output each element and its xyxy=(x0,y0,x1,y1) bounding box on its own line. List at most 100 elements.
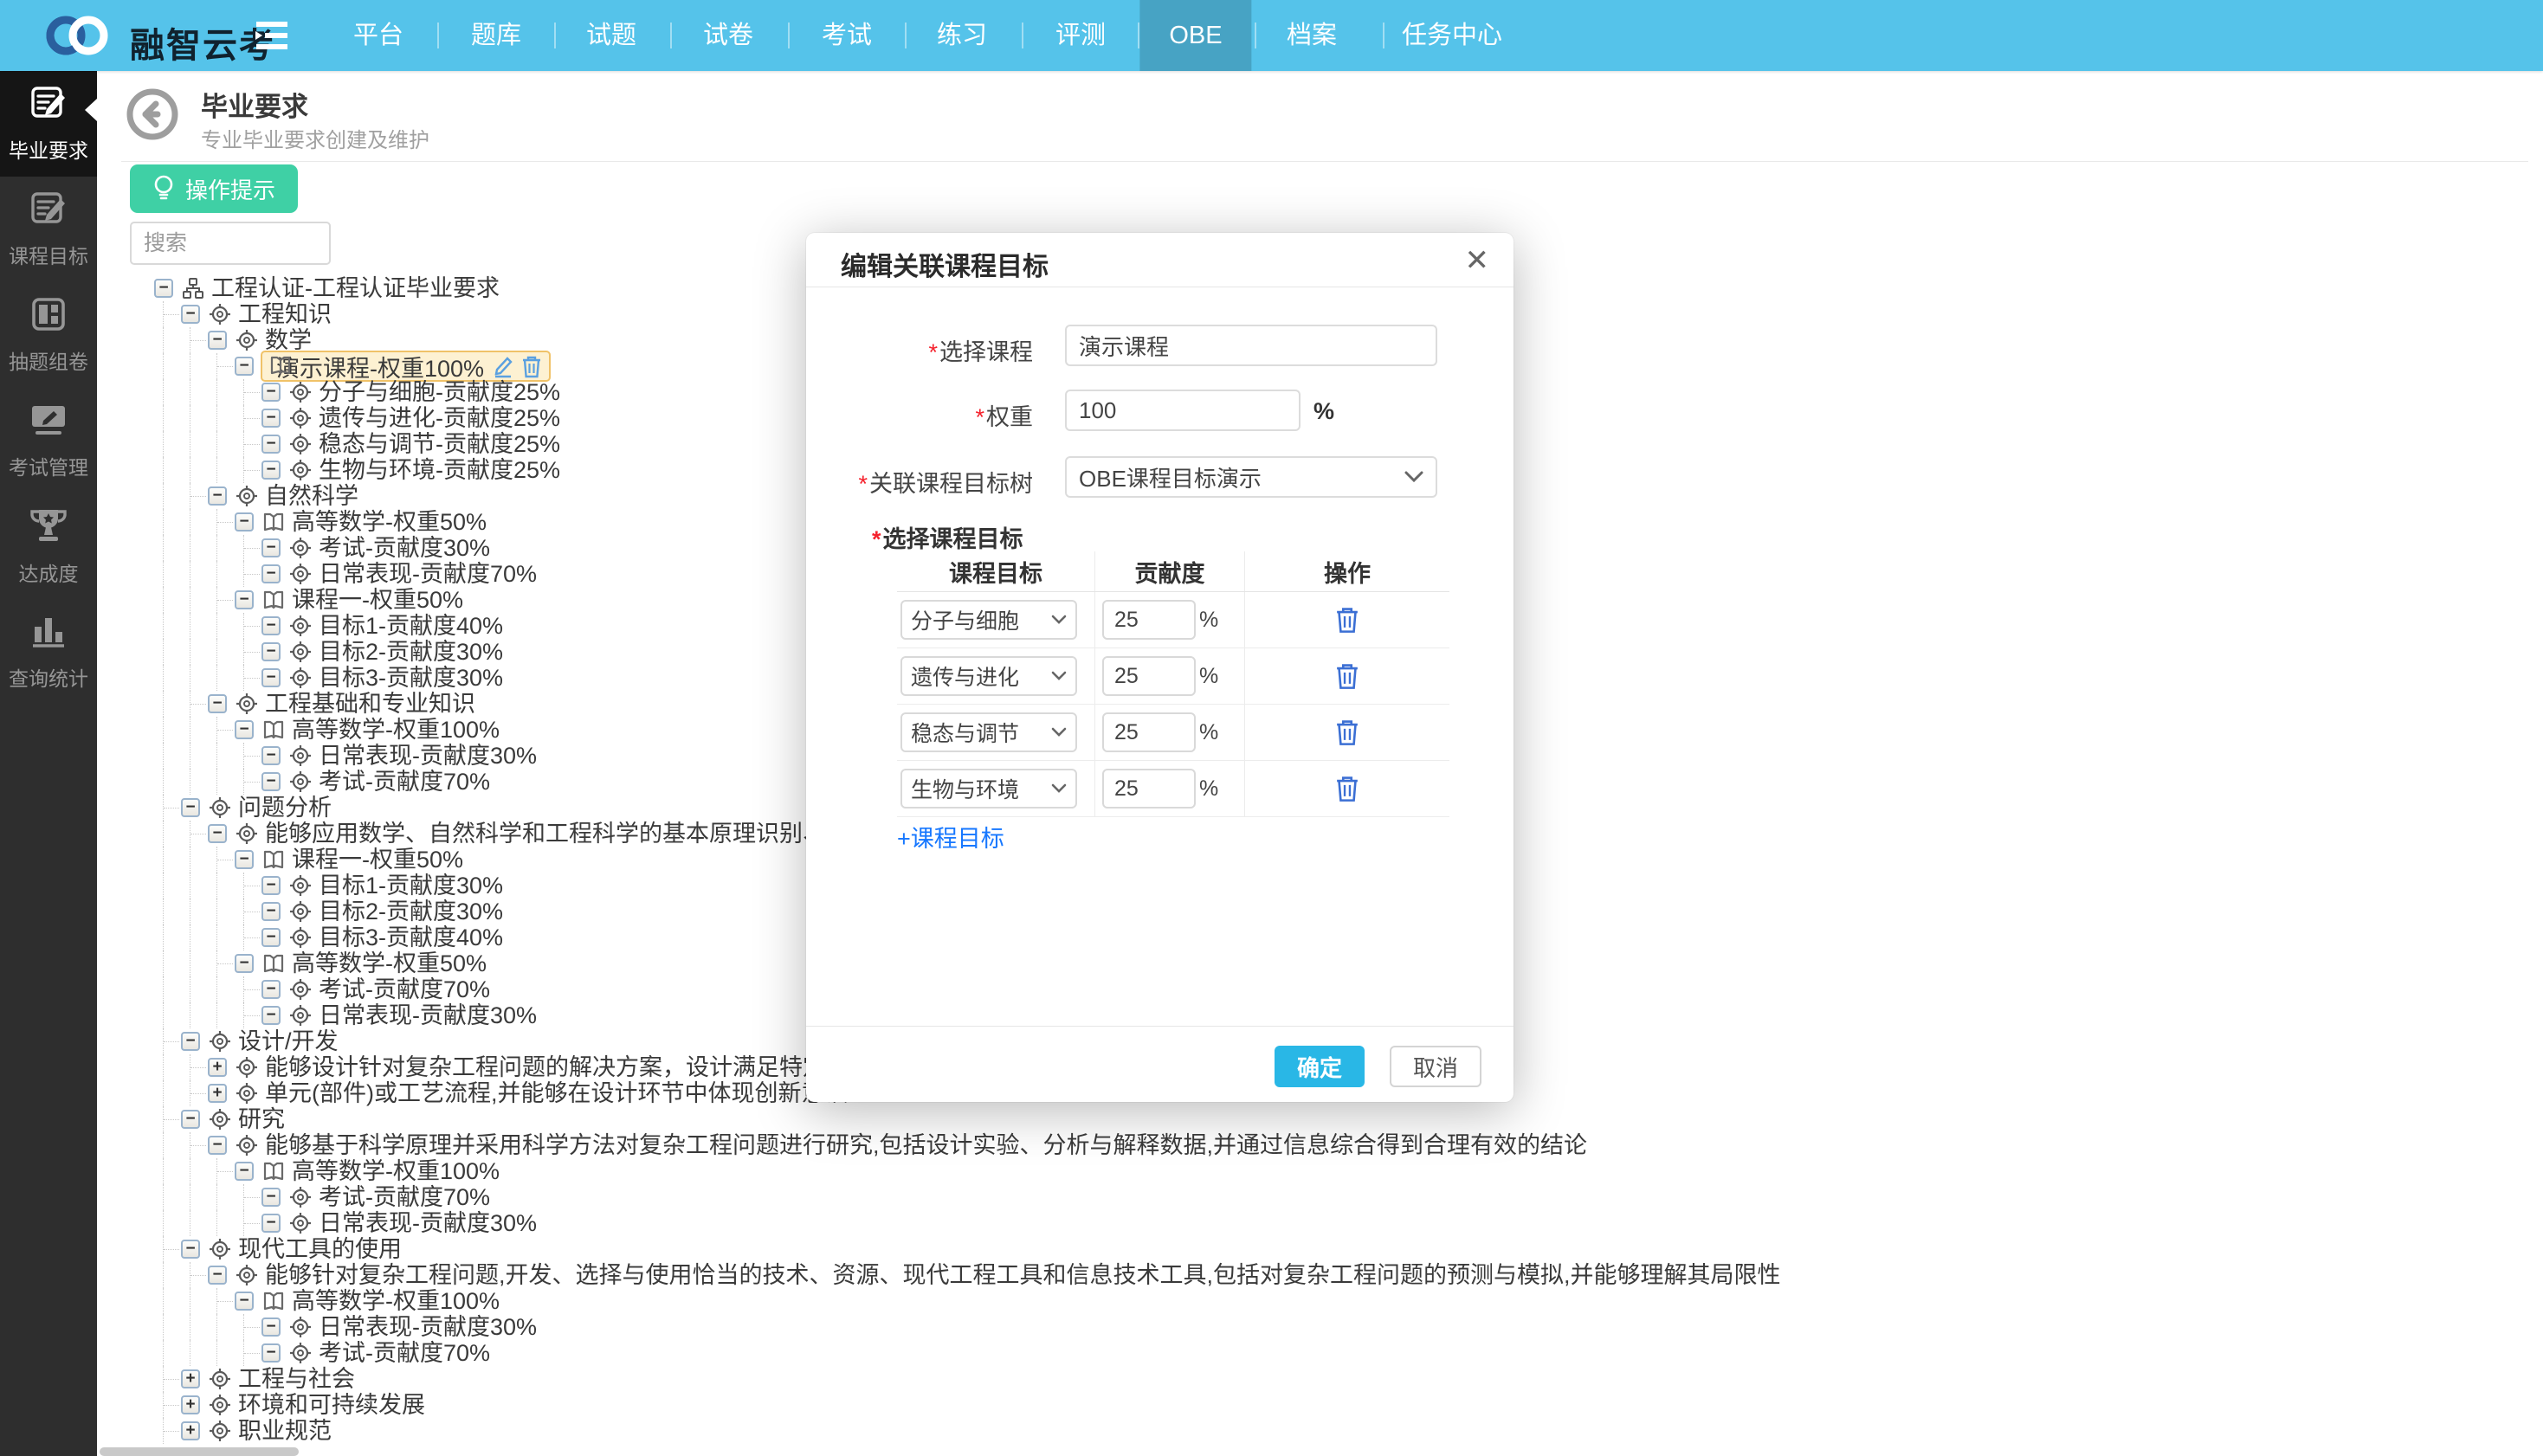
collapse-toggle[interactable]: − xyxy=(261,538,281,557)
collapse-toggle[interactable]: − xyxy=(208,1136,227,1155)
menu-fold-icon[interactable] xyxy=(253,19,291,52)
tree-node-label[interactable]: 考试-贡献度70% xyxy=(319,1340,490,1366)
collapse-toggle[interactable]: − xyxy=(261,1214,281,1233)
trash-icon[interactable] xyxy=(1334,718,1360,746)
collapse-toggle[interactable]: − xyxy=(208,486,227,506)
nav-item-2[interactable]: 题库 xyxy=(442,0,551,71)
collapse-toggle[interactable]: − xyxy=(181,1240,200,1259)
tree-node-label[interactable]: 稳态与调节-贡献度25% xyxy=(319,431,560,457)
confirm-button[interactable]: 确定 xyxy=(1275,1046,1365,1087)
nav-item-9[interactable]: 档案 xyxy=(1257,0,1366,71)
weight-input[interactable] xyxy=(1065,390,1301,431)
tree-node-label[interactable]: 高等数学-权重50% xyxy=(292,509,487,535)
tree-node-label[interactable]: 工程知识 xyxy=(238,301,332,327)
tree-node-label[interactable]: 设计/开发 xyxy=(238,1028,339,1054)
sidebar-item-2[interactable]: 课程目标 xyxy=(0,177,97,282)
contribution-input[interactable] xyxy=(1102,769,1196,809)
collapse-toggle[interactable]: − xyxy=(261,435,281,454)
collapse-toggle[interactable]: − xyxy=(181,1032,200,1051)
tips-button[interactable]: 操作提示 xyxy=(130,164,298,213)
collapse-toggle[interactable]: − xyxy=(208,824,227,843)
collapse-toggle[interactable]: − xyxy=(154,279,173,298)
sidebar-item-1[interactable]: 毕业要求 xyxy=(0,71,97,177)
objective-select[interactable]: 分子与细胞 xyxy=(900,600,1077,640)
tree-node-label[interactable]: 日常表现-贡献度70% xyxy=(319,561,537,587)
collapse-toggle[interactable]: − xyxy=(261,746,281,765)
tree-node-label[interactable]: 考试-贡献度70% xyxy=(319,769,490,795)
tree-node-label[interactable]: 自然科学 xyxy=(265,483,358,509)
tree-node-label[interactable]: 考试-贡献度30% xyxy=(319,535,490,561)
expand-toggle[interactable]: + xyxy=(181,1421,200,1440)
expand-toggle[interactable]: + xyxy=(181,1395,200,1414)
collapse-toggle[interactable]: − xyxy=(235,720,254,739)
collapse-toggle[interactable]: − xyxy=(235,954,254,973)
tree-node-label[interactable]: 问题分析 xyxy=(238,795,332,821)
tree-node-label[interactable]: 遗传与进化-贡献度25% xyxy=(319,405,560,431)
collapse-toggle[interactable]: − xyxy=(261,616,281,635)
collapse-toggle[interactable]: − xyxy=(261,668,281,687)
collapse-toggle[interactable]: − xyxy=(235,357,254,376)
collapse-toggle[interactable]: − xyxy=(261,461,281,480)
tree-node-label[interactable]: 工程与社会 xyxy=(238,1366,355,1392)
trash-icon[interactable] xyxy=(1334,775,1360,802)
tree-node-label[interactable]: 工程认证-工程认证毕业要求 xyxy=(211,275,500,301)
trash-icon[interactable] xyxy=(1334,662,1360,690)
nav-item-4[interactable]: 试卷 xyxy=(674,0,783,71)
tree-node-label[interactable]: 分子与细胞-贡献度25% xyxy=(319,379,560,405)
objective-select[interactable]: 遗传与进化 xyxy=(900,656,1077,696)
tree-node-label[interactable]: 环境和可持续发展 xyxy=(238,1392,425,1418)
tree-node-label[interactable]: 日常表现-贡献度30% xyxy=(319,1314,537,1340)
collapse-toggle[interactable]: − xyxy=(181,798,200,817)
expand-toggle[interactable]: + xyxy=(208,1084,227,1103)
collapse-toggle[interactable]: − xyxy=(261,1188,281,1207)
collapse-toggle[interactable]: − xyxy=(261,383,281,402)
collapse-toggle[interactable]: − xyxy=(181,1110,200,1129)
selected-tree-node[interactable]: 演示课程-权重100% xyxy=(261,351,551,382)
course-input[interactable] xyxy=(1065,325,1437,366)
tree-node-label[interactable]: 职业规范 xyxy=(238,1418,332,1444)
tree-node-label[interactable]: 高等数学-权重50% xyxy=(292,950,487,976)
collapse-toggle[interactable]: − xyxy=(208,694,227,713)
nav-item-5[interactable]: 考试 xyxy=(792,0,901,71)
add-objective-link[interactable]: +课程目标 xyxy=(897,820,1004,854)
tree-node-label[interactable]: 能够基于科学原理并采用科学方法对复杂工程问题进行研究,包括设计实验、分析与解释数… xyxy=(265,1132,1587,1158)
objective-select[interactable]: 稳态与调节 xyxy=(900,712,1077,752)
collapse-toggle[interactable]: − xyxy=(261,642,281,661)
expand-toggle[interactable]: + xyxy=(181,1369,200,1388)
collapse-toggle[interactable]: − xyxy=(261,1343,281,1363)
objective-select[interactable]: 生物与环境 xyxy=(900,769,1077,809)
contribution-input[interactable] xyxy=(1102,656,1196,696)
edit-icon[interactable] xyxy=(491,355,514,378)
expand-toggle[interactable]: + xyxy=(208,1058,227,1077)
tree-node-label[interactable]: 目标1-贡献度30% xyxy=(319,873,503,899)
collapse-toggle[interactable]: − xyxy=(261,564,281,583)
collapse-toggle[interactable]: − xyxy=(235,590,254,609)
tree-node-label[interactable]: 目标2-贡献度30% xyxy=(319,899,503,924)
tree-node-label[interactable]: 课程一-权重50% xyxy=(292,587,463,613)
collapse-toggle[interactable]: − xyxy=(181,305,200,324)
collapse-toggle[interactable]: − xyxy=(235,850,254,869)
tree-node-label[interactable]: 考试-贡献度70% xyxy=(319,976,490,1002)
close-icon[interactable]: ✕ xyxy=(1465,243,1490,278)
collapse-toggle[interactable]: − xyxy=(235,1162,254,1181)
nav-item-8[interactable]: OBE xyxy=(1139,0,1251,71)
collapse-toggle[interactable]: − xyxy=(261,1317,281,1337)
tree-node-label[interactable]: 工程基础和专业知识 xyxy=(265,691,475,717)
sidebar-item-4[interactable]: 考试管理 xyxy=(0,388,97,493)
nav-item-3[interactable]: 试题 xyxy=(557,0,666,71)
search-input[interactable] xyxy=(130,222,331,265)
sidebar-item-5[interactable]: 达成度 xyxy=(0,493,97,599)
contribution-input[interactable] xyxy=(1102,712,1196,752)
tree-node-label[interactable]: 高等数学-权重100% xyxy=(292,1158,500,1184)
tree-node-label[interactable]: 目标2-贡献度30% xyxy=(319,639,503,665)
collapse-toggle[interactable]: − xyxy=(261,772,281,791)
tree-node-label[interactable]: 目标3-贡献度40% xyxy=(319,924,503,950)
tree-node-label[interactable]: 考试-贡献度70% xyxy=(319,1184,490,1210)
tree-node-label[interactable]: 日常表现-贡献度30% xyxy=(319,743,537,769)
collapse-toggle[interactable]: − xyxy=(261,980,281,999)
nav-item-6[interactable]: 练习 xyxy=(907,0,1017,71)
tree-node-label[interactable]: 日常表现-贡献度30% xyxy=(319,1002,537,1028)
trash-icon[interactable] xyxy=(521,355,542,378)
sidebar-item-6[interactable]: 查询统计 xyxy=(0,599,97,705)
tree-node-label[interactable]: 日常表现-贡献度30% xyxy=(319,1210,537,1236)
